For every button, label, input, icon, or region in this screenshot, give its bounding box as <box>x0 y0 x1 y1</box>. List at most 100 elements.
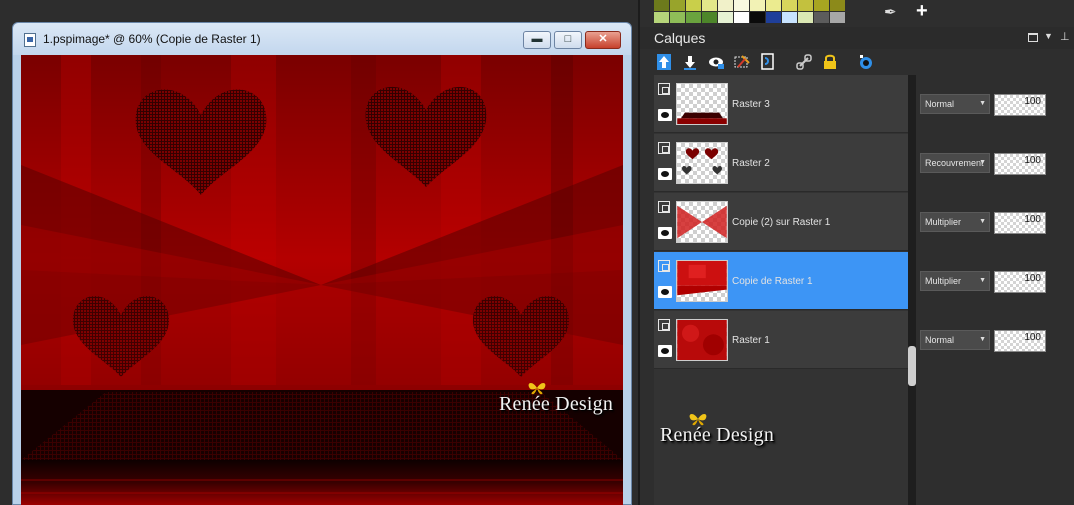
layer-down-icon[interactable] <box>680 52 700 72</box>
lock-icon[interactable] <box>820 52 840 72</box>
opacity-field[interactable]: 100 <box>994 94 1046 116</box>
eye-icon[interactable] <box>658 109 672 121</box>
layer-group-icon[interactable] <box>658 142 670 154</box>
layer-toolbar <box>654 51 876 73</box>
opacity-field[interactable]: 100 <box>994 212 1046 234</box>
layer-row-raster-3[interactable]: Raster 3 <box>654 75 908 133</box>
window-icon[interactable] <box>1028 33 1038 42</box>
color-swatch[interactable] <box>654 0 669 11</box>
layer-thumbnail <box>676 142 728 184</box>
blend-mode-value: Normal <box>925 335 955 345</box>
watermark-text: Renée Design <box>499 393 614 415</box>
color-swatch[interactable] <box>798 0 813 11</box>
document-window: 1.pspimage* @ 60% (Copie de Raster 1) ▬ … <box>12 22 632 505</box>
blend-mode-select[interactable]: Multiplier ▼ <box>920 271 990 291</box>
color-swatch[interactable] <box>830 0 845 11</box>
close-button[interactable]: ✕ <box>585 31 621 49</box>
blend-mode-select[interactable]: Normal ▼ <box>920 330 990 350</box>
color-swatch[interactable] <box>686 12 701 23</box>
splitter-handle[interactable] <box>908 346 916 386</box>
link-icon[interactable] <box>794 52 814 72</box>
dropdown-arrow-icon: ▼ <box>979 336 986 343</box>
calques-header: Calques ▼ ⊥ <box>640 27 1074 49</box>
layer-group-icon[interactable] <box>658 201 670 213</box>
blend-mode-value: Multiplier <box>925 217 962 227</box>
opacity-field[interactable]: 100 <box>994 330 1046 352</box>
layer-properties-row: Multiplier ▼ 100 <box>916 252 1074 310</box>
layer-thumbnail <box>676 83 728 125</box>
color-swatch[interactable] <box>686 0 701 11</box>
document-title: 1.pspimage* @ 60% (Copie de Raster 1) <box>43 32 261 46</box>
color-swatch[interactable] <box>766 0 781 11</box>
layer-row-raster-1[interactable]: Raster 1 <box>654 311 908 369</box>
layer-row-copie-2-sur-raster-1[interactable]: Copie (2) sur Raster 1 <box>654 193 908 251</box>
color-swatch[interactable] <box>782 12 797 23</box>
color-swatch[interactable] <box>718 12 733 23</box>
color-swatch[interactable] <box>830 12 845 23</box>
layer-thumbnail <box>676 319 728 361</box>
blend-mode-select[interactable]: Normal ▼ <box>920 94 990 114</box>
layer-properties-row: Recouvrement ▼ 100 <box>916 134 1074 192</box>
blend-mode-value: Multiplier <box>925 276 962 286</box>
document-title-bar[interactable]: 1.pspimage* @ 60% (Copie de Raster 1) ▬ … <box>13 23 631 55</box>
dropdown-arrow-icon: ▼ <box>979 277 986 284</box>
color-swatch[interactable] <box>702 0 717 11</box>
layer-properties-row: Normal ▼ 100 <box>916 311 1074 369</box>
color-swatch[interactable] <box>782 0 797 11</box>
color-swatch[interactable] <box>718 0 733 11</box>
layers-panel: ✒ + Calques ▼ ⊥ Raster 3 Raster 2 Copie … <box>638 0 1074 505</box>
layer-thumbnail <box>676 260 728 302</box>
layers-splitter[interactable] <box>908 75 916 505</box>
layer-name: Raster 3 <box>732 99 770 110</box>
blend-mode-value: Recouvrement <box>925 158 984 168</box>
color-swatch[interactable] <box>766 12 781 23</box>
menu-arrow-icon[interactable]: ▼ <box>1044 31 1053 41</box>
panel-title: Calques <box>654 30 706 46</box>
eyedropper-icon[interactable]: ✒ <box>884 3 902 21</box>
color-swatch[interactable] <box>734 12 749 23</box>
layer-visibility-icon[interactable] <box>706 52 726 72</box>
layer-name: Raster 1 <box>732 335 770 346</box>
opacity-field[interactable]: 100 <box>994 153 1046 175</box>
layer-up-icon[interactable] <box>654 52 674 72</box>
eye-icon[interactable] <box>658 227 672 239</box>
layer-properties-row: Multiplier ▼ 100 <box>916 193 1074 251</box>
color-palette[interactable] <box>654 0 845 24</box>
watermark-text: Renée Design <box>660 424 775 446</box>
canvas-artwork <box>21 55 623 505</box>
blend-mode-select[interactable]: Multiplier ▼ <box>920 212 990 232</box>
eye-icon[interactable] <box>658 168 672 180</box>
layer-group-icon[interactable] <box>658 83 670 95</box>
pin-icon[interactable]: ⊥ <box>1060 30 1070 43</box>
layer-group-icon[interactable] <box>658 319 670 331</box>
color-swatch[interactable] <box>750 12 765 23</box>
color-swatch[interactable] <box>798 12 813 23</box>
blend-mode-select[interactable]: Recouvrement ▼ <box>920 153 990 173</box>
layer-name: Copie de Raster 1 <box>732 276 813 287</box>
add-color-icon[interactable]: + <box>916 0 934 22</box>
color-swatch[interactable] <box>670 12 685 23</box>
opacity-field[interactable]: 100 <box>994 271 1046 293</box>
layer-row-copie-de-raster-1[interactable]: Copie de Raster 1 <box>654 252 908 310</box>
maximize-button[interactable]: □ <box>554 31 582 49</box>
color-swatch[interactable] <box>750 0 765 11</box>
color-swatch[interactable] <box>814 12 829 23</box>
layer-thumbnail <box>676 201 728 243</box>
color-swatch[interactable] <box>814 0 829 11</box>
color-swatch[interactable] <box>702 12 717 23</box>
image-canvas[interactable]: Renée Design <box>21 55 623 505</box>
blend-mode-value: Normal <box>925 99 955 109</box>
eye-icon[interactable] <box>658 345 672 357</box>
color-swatch[interactable] <box>670 0 685 11</box>
layer-row-raster-2[interactable]: Raster 2 <box>654 134 908 192</box>
layer-group-icon[interactable] <box>658 260 670 272</box>
properties-icon[interactable] <box>856 52 876 72</box>
panel-watermark-logo: Renée Design <box>660 414 775 447</box>
layer-mask-icon[interactable] <box>758 52 778 72</box>
eye-icon[interactable] <box>658 286 672 298</box>
minimize-button[interactable]: ▬ <box>523 31 551 49</box>
color-swatch[interactable] <box>734 0 749 11</box>
dropdown-arrow-icon: ▼ <box>979 218 986 225</box>
color-swatch[interactable] <box>654 12 669 23</box>
layer-delete-icon[interactable] <box>732 52 752 72</box>
